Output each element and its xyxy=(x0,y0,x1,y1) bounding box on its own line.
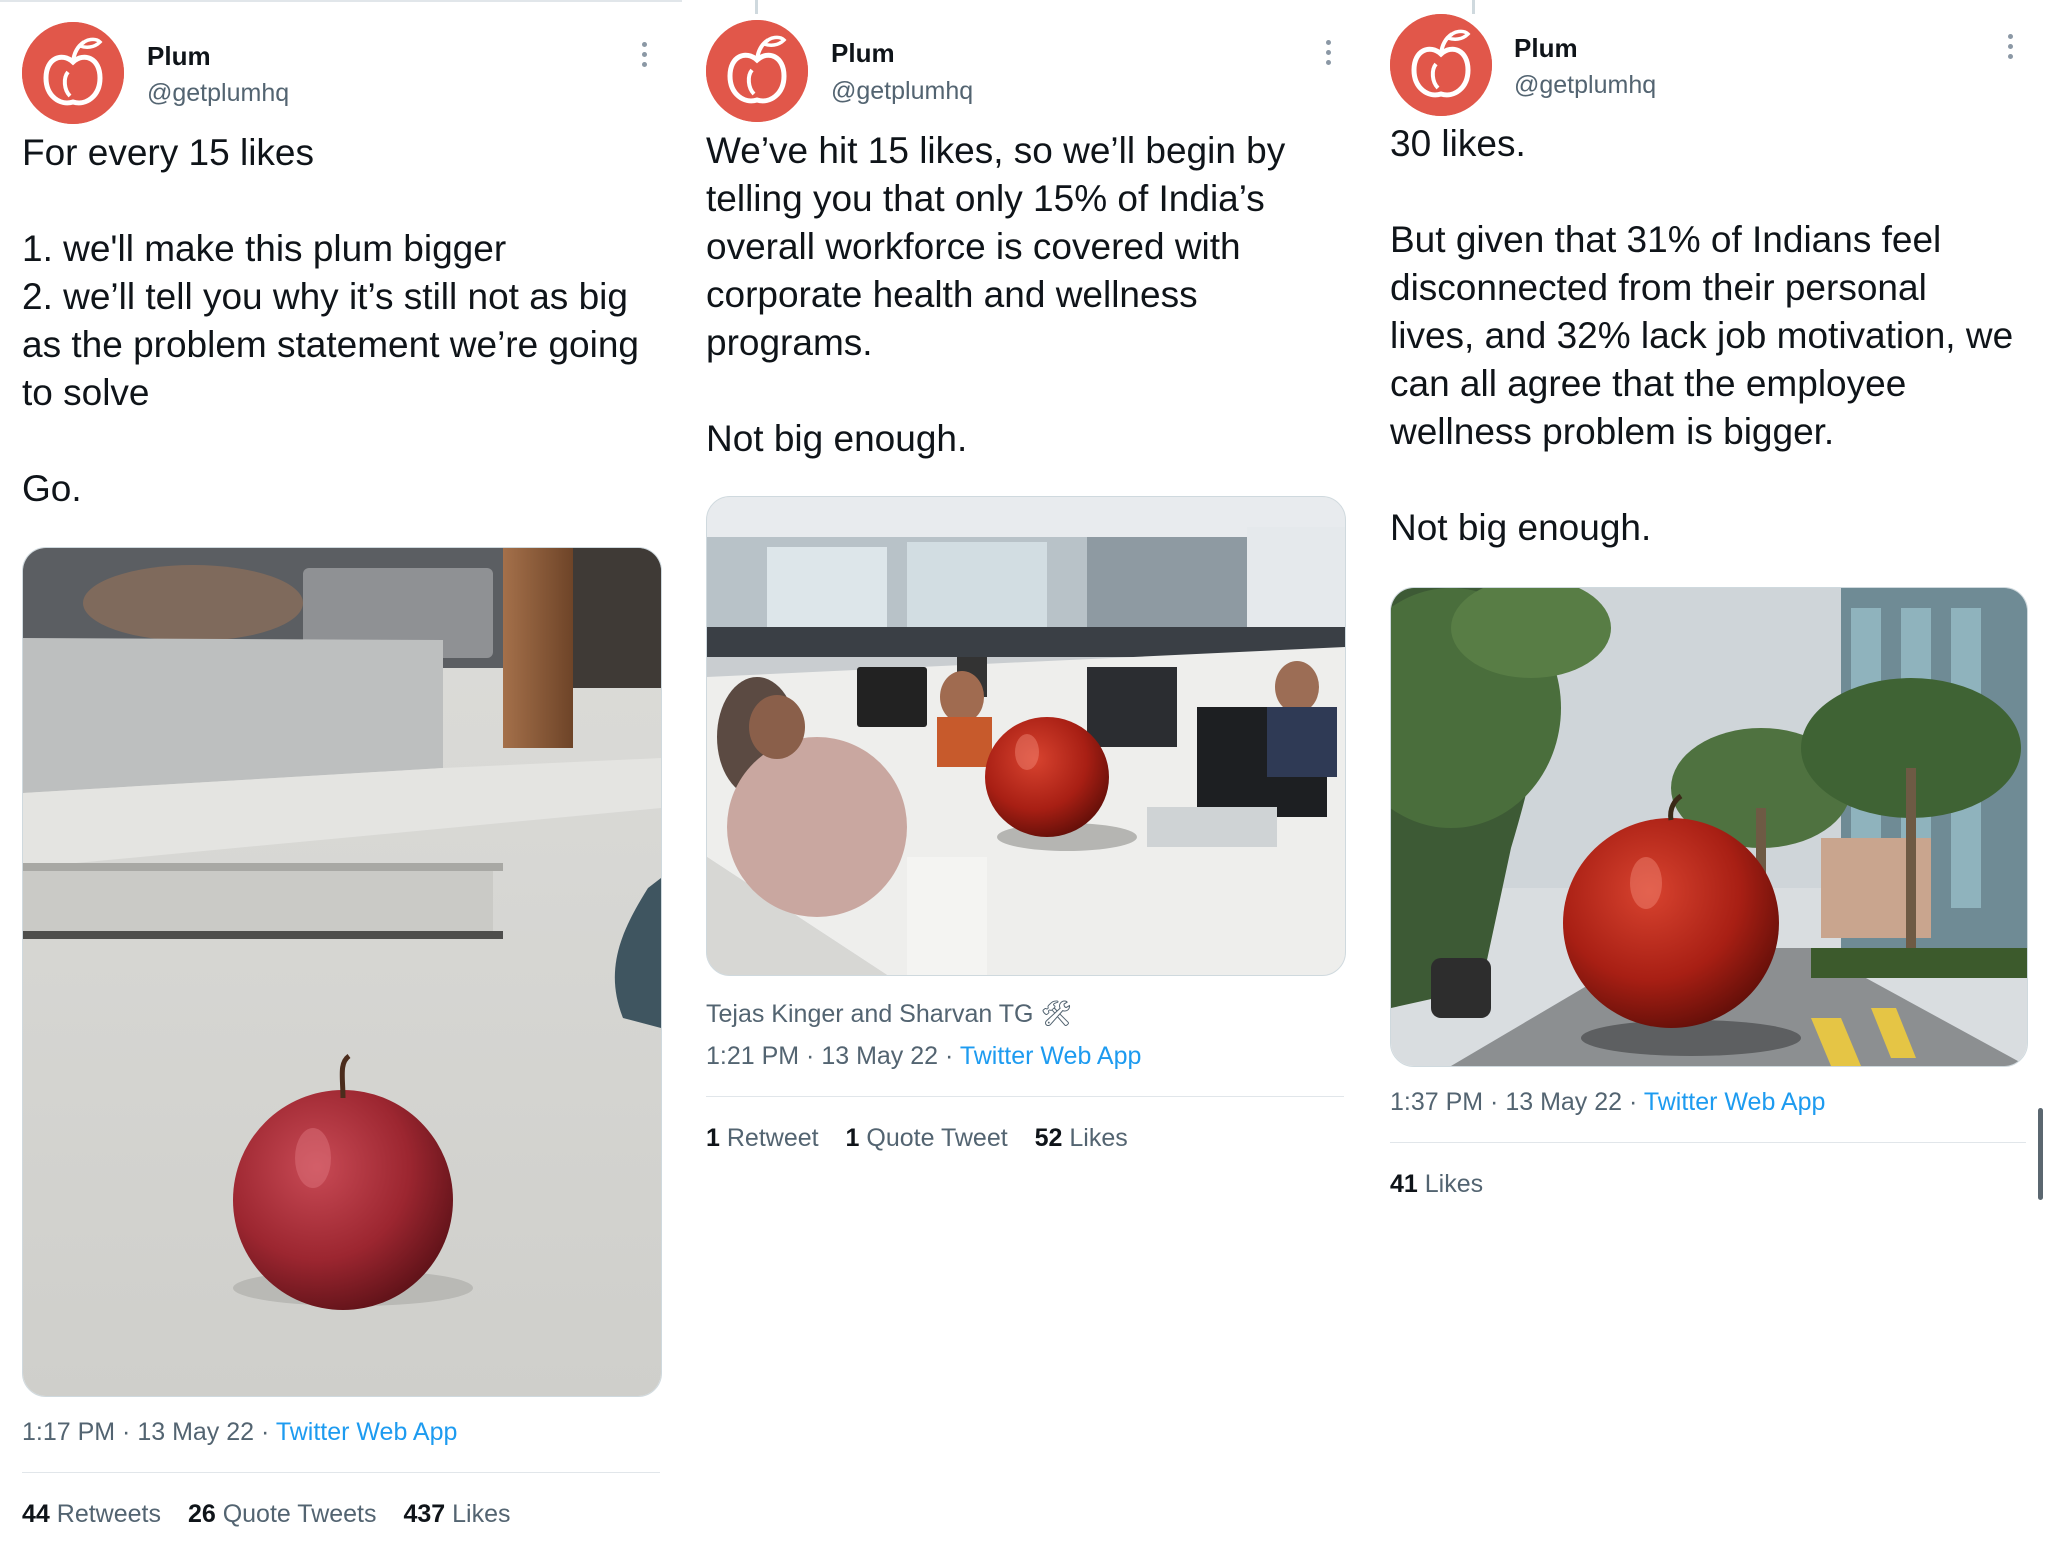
likes-stat[interactable]: 52 Likes xyxy=(1035,1124,1128,1152)
likes-stat[interactable]: 41 Likes xyxy=(1390,1170,1483,1198)
likes-stat[interactable]: 437 Likes xyxy=(403,1500,510,1528)
more-options-icon[interactable] xyxy=(642,42,652,72)
tweet-stats: 1 Retweet 1 Quote Tweet 52 Likes xyxy=(706,1124,1148,1153)
tweet-timestamp: 1:17 PM · 13 May 22 · Twitter Web App xyxy=(22,1418,458,1446)
plum-logo-icon xyxy=(706,20,808,122)
avatar[interactable] xyxy=(706,20,808,122)
tweet-time[interactable]: 1:21 PM xyxy=(706,1042,799,1070)
avatar[interactable] xyxy=(22,22,124,124)
likes-count: 41 xyxy=(1390,1170,1418,1198)
retweets-stat[interactable]: 44 Retweets xyxy=(22,1500,161,1528)
tweet-text: 30 likes. But given that 31% of Indians … xyxy=(1390,123,2014,548)
retweets-stat[interactable]: 1 Retweet xyxy=(706,1124,819,1152)
author-name[interactable]: Plum xyxy=(147,41,211,72)
tagged-users[interactable]: Tejas Kinger and Sharvan TG 🛠 xyxy=(706,1000,1072,1029)
author-handle[interactable]: @getplumhq xyxy=(147,79,289,108)
tweet-source-link[interactable]: Twitter Web App xyxy=(960,1042,1142,1070)
divider xyxy=(1390,1142,2026,1143)
office-with-giant-plum-photo-icon xyxy=(707,497,1345,975)
likes-label: Likes xyxy=(452,1500,511,1528)
quotes-label: Quote Tweets xyxy=(222,1500,377,1528)
tweet-text: We’ve hit 15 likes, so we’ll begin by te… xyxy=(706,130,1286,459)
thread-connector xyxy=(1472,0,1475,14)
tweet-date[interactable]: 13 May 22 xyxy=(1505,1088,1622,1116)
author-handle[interactable]: @getplumhq xyxy=(1514,71,1656,100)
tweet-2: Plum @getplumhq We’ve hit 15 likes, so w… xyxy=(682,0,1364,1546)
likes-count: 437 xyxy=(403,1500,446,1528)
more-options-icon[interactable] xyxy=(2008,34,2018,64)
tweet-time[interactable]: 1:37 PM xyxy=(1390,1088,1483,1116)
quotes-stat[interactable]: 1 Quote Tweet xyxy=(846,1124,1008,1152)
likes-count: 52 xyxy=(1034,1124,1063,1152)
retweets-count: 1 xyxy=(706,1124,720,1152)
tweet-time[interactable]: 1:17 PM xyxy=(22,1418,115,1446)
tweet-photo[interactable] xyxy=(706,496,1346,976)
retweets-count: 44 xyxy=(22,1500,50,1528)
quotes-stat[interactable]: 26 Quote Tweets xyxy=(188,1500,377,1528)
retweets-label: Retweet xyxy=(726,1124,819,1152)
retweets-label: Retweets xyxy=(56,1500,161,1528)
top-divider xyxy=(0,0,682,2)
tweet-3: Plum @getplumhq 30 likes. But given that… xyxy=(1364,0,2048,1546)
tweet-stats: 44 Retweets 26 Quote Tweets 437 Likes xyxy=(22,1500,531,1529)
tweet-date[interactable]: 13 May 22 xyxy=(821,1042,938,1070)
likes-label: Likes xyxy=(1424,1170,1484,1198)
avatar[interactable] xyxy=(1390,14,1492,116)
tweet-source-link[interactable]: Twitter Web App xyxy=(1644,1088,1826,1116)
tweet-source-link[interactable]: Twitter Web App xyxy=(276,1418,458,1446)
street-with-giant-plum-photo-icon xyxy=(1391,588,2027,1066)
author-name[interactable]: Plum xyxy=(831,38,895,69)
quotes-count: 1 xyxy=(845,1124,860,1152)
more-options-icon[interactable] xyxy=(1326,40,1336,70)
quotes-label: Quote Tweet xyxy=(866,1124,1008,1152)
tweet-text: For every 15 likes 1. we'll make this pl… xyxy=(22,132,640,509)
scrollbar-thumb[interactable] xyxy=(2038,1108,2043,1200)
quotes-count: 26 xyxy=(187,1500,216,1528)
tweet-photo[interactable] xyxy=(1390,587,2028,1067)
tweet-1: Plum @getplumhq For every 15 likes 1. we… xyxy=(0,0,682,1546)
tweet-timestamp: 1:37 PM · 13 May 22 · Twitter Web App xyxy=(1390,1088,1826,1116)
author-handle[interactable]: @getplumhq xyxy=(831,77,973,106)
divider xyxy=(706,1096,1344,1097)
plum-logo-icon xyxy=(22,22,124,124)
apple-on-desk-photo-icon xyxy=(23,548,661,1396)
plum-logo-icon xyxy=(1390,14,1492,116)
tweet-timestamp: 1:21 PM · 13 May 22 · Twitter Web App xyxy=(706,1042,1142,1070)
tweet-photo[interactable] xyxy=(22,547,662,1397)
thread-connector xyxy=(755,0,758,14)
author-name[interactable]: Plum xyxy=(1514,33,1578,64)
likes-label: Likes xyxy=(1069,1124,1128,1152)
divider xyxy=(22,1472,660,1473)
tweet-stats: 41 Likes xyxy=(1390,1170,1503,1199)
tweet-date[interactable]: 13 May 22 xyxy=(137,1418,254,1446)
